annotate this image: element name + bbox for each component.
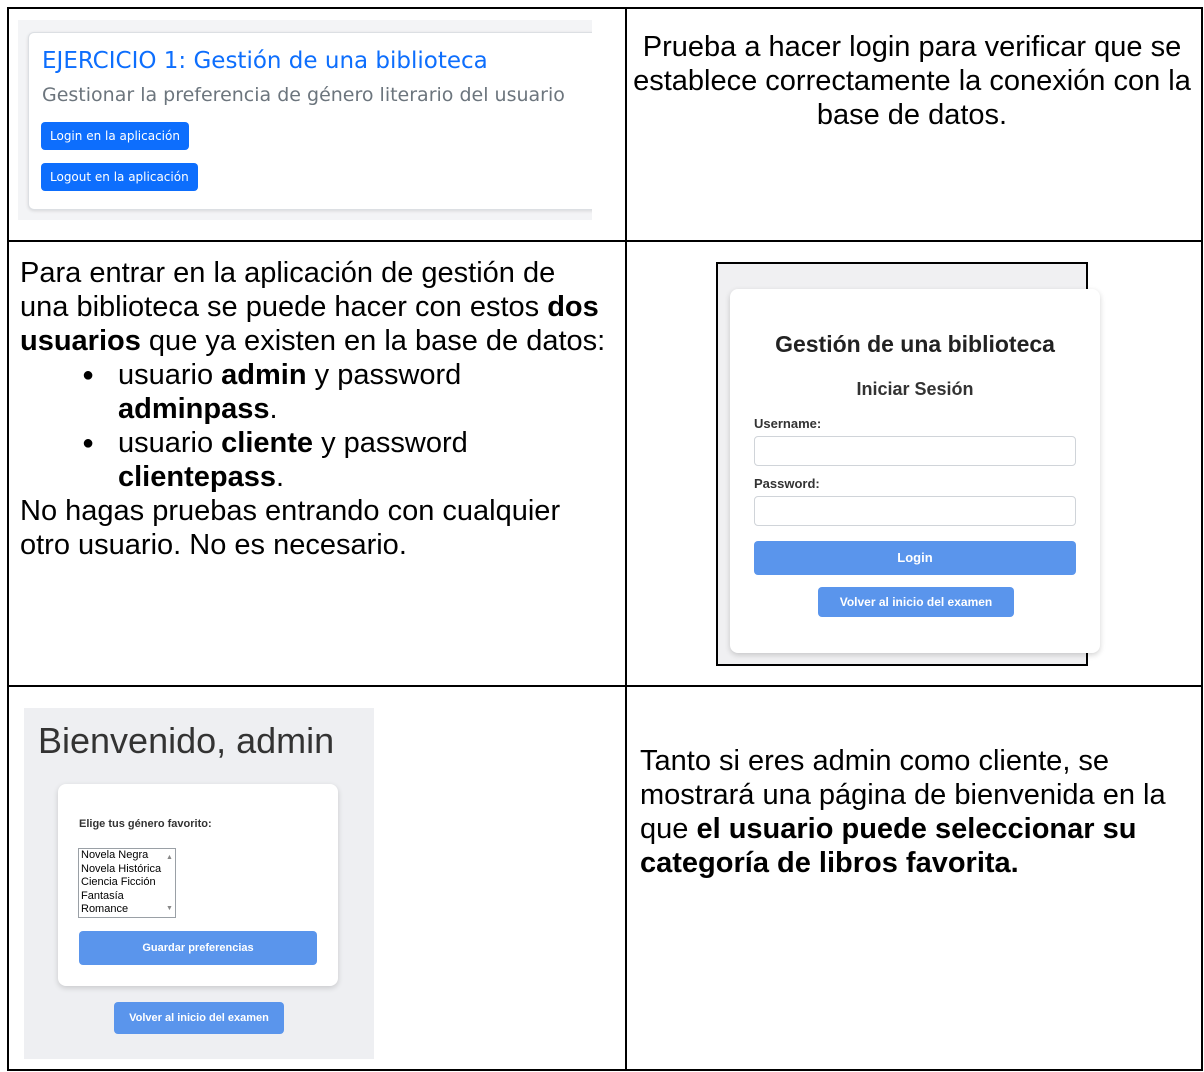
user-list: usuario admin y password adminpass. usua… xyxy=(20,358,610,494)
login-title: Gestión de una biblioteca xyxy=(775,331,1055,357)
password-field[interactable] xyxy=(754,496,1076,526)
user-prefix: usuario xyxy=(118,359,222,391)
list-item: usuario admin y password adminpass. xyxy=(82,358,610,426)
genre-option[interactable]: Novela Histórica xyxy=(81,863,175,877)
user-mid: y password xyxy=(306,359,462,391)
back-to-exam-button[interactable]: Volver al inicio del examen xyxy=(114,1002,284,1034)
username: admin xyxy=(221,359,307,391)
username: cliente xyxy=(221,427,314,459)
welcome-screenshot: Bienvenido, admin Elige tus género favor… xyxy=(24,708,374,1059)
row-divider-2 xyxy=(9,685,1201,687)
scroll-up-icon[interactable]: ▲ xyxy=(166,851,173,865)
back-to-exam-button[interactable]: Volver al inicio del examen xyxy=(818,587,1014,617)
user-prefix: usuario xyxy=(118,427,222,459)
scroll-down-icon[interactable]: ▼ xyxy=(166,902,173,916)
exercise-title: EJERCICIO 1: Gestión de una biblioteca xyxy=(42,48,488,74)
login-card: Gestión de una biblioteca Iniciar Sesión… xyxy=(730,289,1100,653)
password: clientepass xyxy=(118,461,276,493)
column-divider xyxy=(625,9,627,1069)
login-form-screenshot: Gestión de una biblioteca Iniciar Sesión… xyxy=(716,262,1100,666)
login-subtitle: Iniciar Sesión xyxy=(856,379,974,399)
user-mid: y password xyxy=(313,427,468,459)
login-app-button[interactable]: Login en la aplicación xyxy=(41,122,189,150)
users-outro: No hagas pruebas entrando con cualquier … xyxy=(20,495,561,561)
intro-text-end: que ya existen en la base de datos: xyxy=(140,325,606,357)
password: adminpass xyxy=(118,393,270,425)
welcome-text-bold: el usuario puede seleccionar su categorí… xyxy=(640,813,1137,879)
genre-option[interactable]: Fantasía xyxy=(81,890,175,904)
login-instruction-text: Prueba a hacer login para verificar que … xyxy=(633,31,1191,131)
preferences-card: Elige tus género favorito: Novela Negra … xyxy=(58,784,338,986)
logout-app-button[interactable]: Logout en la aplicación xyxy=(41,163,198,191)
welcome-instruction: Tanto si eres admin como cliente, se mos… xyxy=(640,744,1200,880)
genre-option[interactable]: Ciencia Ficción xyxy=(81,876,175,890)
genre-select-label: Elige tus género favorito: xyxy=(79,818,212,830)
username-label: Username: xyxy=(754,416,822,431)
user-suffix: . xyxy=(269,393,278,425)
exercise-card-screenshot: EJERCICIO 1: Gestión de una biblioteca G… xyxy=(18,20,592,220)
list-item: usuario cliente y password clientepass. xyxy=(82,426,610,494)
intro-text: Para entrar en la aplicación de gestión … xyxy=(20,257,556,323)
row-divider-1 xyxy=(9,240,1201,242)
genre-select[interactable]: Novela Negra Novela Histórica Ciencia Fi… xyxy=(78,848,176,918)
select-scrollbar[interactable]: ▲ ▼ xyxy=(164,849,175,917)
users-instruction: Para entrar en la aplicación de gestión … xyxy=(20,256,610,562)
user-suffix: . xyxy=(275,461,285,493)
login-button[interactable]: Login xyxy=(754,541,1076,575)
welcome-heading: Bienvenido, admin xyxy=(38,720,335,761)
username-field[interactable] xyxy=(754,436,1076,466)
password-label: Password: xyxy=(754,476,820,491)
genre-option[interactable]: Novela Negra xyxy=(81,849,175,863)
exercise-subtitle: Gestionar la preferencia de género liter… xyxy=(42,84,565,106)
exercise-card: EJERCICIO 1: Gestión de una biblioteca G… xyxy=(28,32,592,210)
genre-option[interactable]: Romance xyxy=(81,903,175,917)
save-preferences-button[interactable]: Guardar preferencias xyxy=(79,931,317,965)
users-intro: Para entrar en la aplicación de gestión … xyxy=(20,256,610,358)
